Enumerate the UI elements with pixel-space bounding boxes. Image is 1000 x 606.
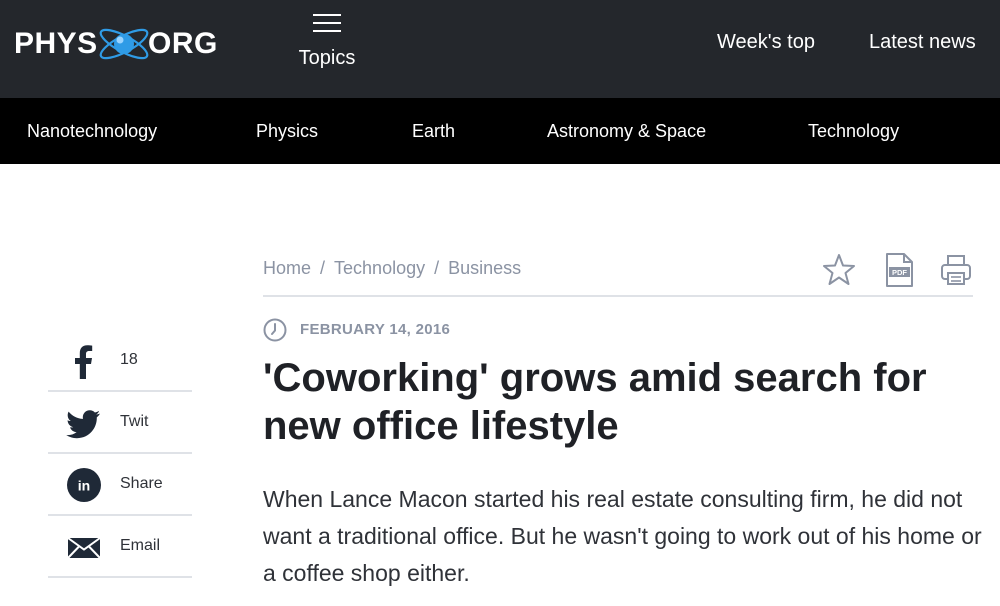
hamburger-icon xyxy=(313,14,341,34)
linkedin-share-label: Share xyxy=(120,475,163,492)
share-linkedin-button[interactable]: in Share xyxy=(48,454,192,516)
facebook-share-count: 18 xyxy=(120,351,138,368)
breadcrumb-separator: / xyxy=(320,258,326,278)
breadcrumb-business[interactable]: Business xyxy=(448,258,521,279)
date-text: FEBRUARY 14, 2016 xyxy=(300,321,451,338)
email-icon xyxy=(67,537,101,559)
breadcrumb: Home / Technology / Business xyxy=(263,258,521,279)
star-icon[interactable] xyxy=(822,252,856,288)
facebook-icon xyxy=(75,345,93,379)
category-physics[interactable]: Physics xyxy=(256,121,318,142)
article-title: 'Coworking' grows amid search for new of… xyxy=(263,356,927,448)
category-earth[interactable]: Earth xyxy=(412,121,455,142)
print-icon[interactable] xyxy=(939,252,973,288)
breadcrumb-home[interactable]: Home xyxy=(263,258,311,279)
share-panel: 18 Twit in Share Email xyxy=(48,330,192,578)
logo-text-left: PHYS xyxy=(14,27,98,60)
article-lead: When Lance Macon started his real estate… xyxy=(263,486,982,586)
share-email-button[interactable]: Email xyxy=(48,516,192,578)
top-header: PHYS ORG Topics Week's top Latest news xyxy=(0,0,1000,98)
svg-text:in: in xyxy=(78,478,90,494)
svg-text:PDF: PDF xyxy=(892,268,907,277)
share-facebook-button[interactable]: 18 xyxy=(48,330,192,392)
clock-icon xyxy=(263,318,287,342)
category-nav: Nanotechnology Physics Earth Astronomy &… xyxy=(0,98,1000,164)
category-nanotechnology[interactable]: Nanotechnology xyxy=(27,121,157,142)
topics-label: Topics xyxy=(298,47,356,69)
breadcrumb-separator: / xyxy=(434,258,440,278)
twitter-share-label: Twit xyxy=(120,413,149,430)
category-astronomy-space[interactable]: Astronomy & Space xyxy=(547,121,706,142)
logo-text-right: ORG xyxy=(148,27,218,60)
email-share-label: Email xyxy=(120,537,161,554)
atom-icon xyxy=(99,28,149,60)
share-twitter-button[interactable]: Twit xyxy=(48,392,192,454)
weeks-top-link[interactable]: Week's top xyxy=(717,31,815,54)
latest-news-link[interactable]: Latest news xyxy=(869,31,976,54)
breadcrumb-technology[interactable]: Technology xyxy=(334,258,425,279)
linkedin-icon: in xyxy=(67,468,101,502)
pdf-icon[interactable]: PDF xyxy=(882,252,916,288)
category-technology[interactable]: Technology xyxy=(808,121,899,142)
twitter-icon xyxy=(66,410,100,439)
site-logo[interactable]: PHYS ORG xyxy=(14,18,217,70)
breadcrumb-divider xyxy=(263,295,973,297)
topics-menu-button[interactable]: Topics xyxy=(286,12,368,74)
